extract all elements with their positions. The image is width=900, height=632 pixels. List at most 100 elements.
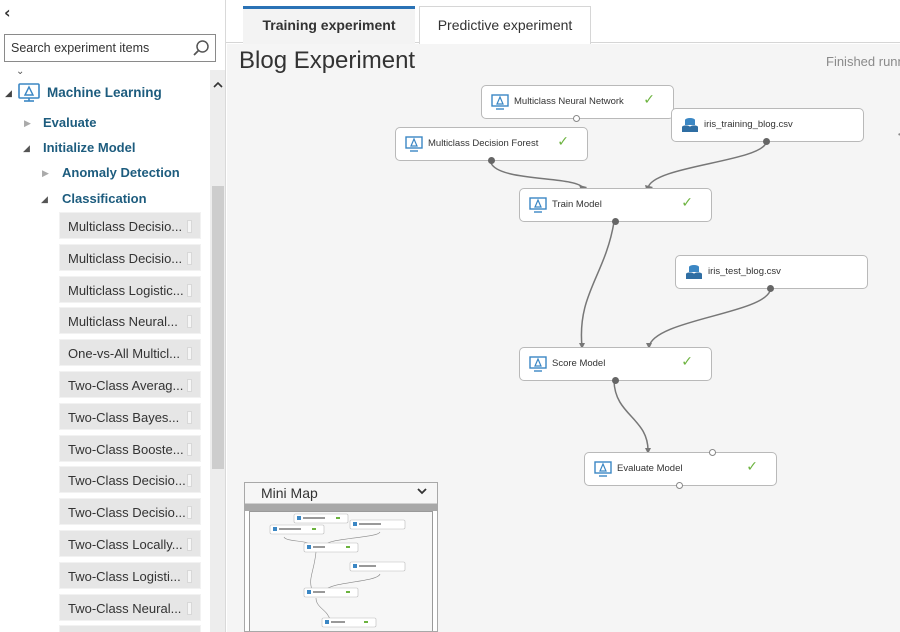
success-check-icon: ✓ xyxy=(681,195,693,211)
mini-map-preview xyxy=(269,513,406,628)
collapsed-arrow-icon[interactable]: ▶ xyxy=(42,162,49,184)
tree-label: Machine Learning xyxy=(47,85,162,100)
node-score-model[interactable]: Score Model ✓ xyxy=(519,347,712,384)
drag-handle-icon[interactable] xyxy=(187,602,192,615)
module-item-label: Two-Class Neural... xyxy=(68,601,182,616)
module-item[interactable]: One-vs-All Multicl... xyxy=(59,339,201,366)
expanded-arrow-icon[interactable]: ◢ xyxy=(41,188,48,210)
drag-handle-icon[interactable] xyxy=(187,220,192,233)
search-input[interactable] xyxy=(5,35,189,61)
collapse-panel-button[interactable]: ‹ xyxy=(4,3,11,22)
module-item[interactable]: Two-Class Logisti... xyxy=(59,562,201,589)
drag-handle-icon[interactable] xyxy=(187,347,192,360)
module-item-label: Two-Class Booste... xyxy=(68,442,184,457)
success-check-icon: ✓ xyxy=(746,459,758,475)
search-icon[interactable] xyxy=(192,39,210,57)
node-iris-test-dataset[interactable]: iris_test_blog.csv xyxy=(675,255,868,292)
module-icon xyxy=(529,197,547,213)
module-palette: ‹ ⌄ ◢ Machine Learning ▶ Evaluate ◢ Init… xyxy=(0,0,226,632)
expanded-arrow-icon[interactable]: ◢ xyxy=(23,137,30,159)
tree-label: Initialize Model xyxy=(43,140,136,155)
module-icon xyxy=(529,356,547,372)
node-label: Multiclass Neural Network xyxy=(514,96,624,107)
drag-handle-icon[interactable] xyxy=(187,474,192,487)
module-item[interactable]: Multiclass Logistic... xyxy=(59,276,201,303)
output-port[interactable] xyxy=(488,157,495,164)
tab-training-experiment[interactable]: Training experiment xyxy=(243,6,415,44)
module-item-label: Two-Class Decisio... xyxy=(68,505,186,520)
module-item[interactable]: Two-Class Locally... xyxy=(59,530,201,557)
tree-label: Classification xyxy=(62,191,147,206)
output-port[interactable] xyxy=(676,482,683,489)
module-item[interactable]: Multiclass Decisio... xyxy=(59,212,201,239)
node-label: iris_test_blog.csv xyxy=(708,266,781,277)
output-port[interactable] xyxy=(573,115,580,122)
module-item[interactable]: Two-Class Decisio... xyxy=(59,498,201,525)
mini-map-title: Mini Map xyxy=(261,485,318,501)
connection-test-to-score xyxy=(648,290,771,348)
module-item[interactable]: Two-Class Bayes... xyxy=(59,403,201,430)
drag-handle-icon[interactable] xyxy=(187,443,192,456)
drag-handle-icon[interactable] xyxy=(187,411,192,424)
module-item-label: Two-Class Logisti... xyxy=(68,569,181,584)
experiment-tabs: Training experiment Predictive experimen… xyxy=(226,0,900,44)
search-box xyxy=(4,34,216,62)
node-multiclass-decision-forest[interactable]: Multiclass Decision Forest ✓ xyxy=(395,127,588,164)
node-multiclass-neural-network[interactable]: Multiclass Neural Network ✓ xyxy=(481,85,674,122)
module-item[interactable]: Two-Class Booste... xyxy=(59,435,201,462)
tab-predictive-experiment[interactable]: Predictive experiment xyxy=(419,6,591,44)
node-iris-training-dataset[interactable]: iris_training_blog.csv xyxy=(671,108,864,145)
node-label: iris_training_blog.csv xyxy=(704,119,793,130)
tree-label: Evaluate xyxy=(43,115,97,130)
expanded-arrow-icon[interactable]: ◢ xyxy=(5,82,12,104)
module-item-label: Two-Class Decisio... xyxy=(68,473,186,488)
output-port[interactable] xyxy=(767,285,774,292)
drag-handle-icon[interactable] xyxy=(187,506,192,519)
drag-handle-icon[interactable] xyxy=(187,570,192,583)
module-item-label: Two-Class Bayes... xyxy=(68,410,180,425)
module-item-label: Multiclass Decisio... xyxy=(68,219,183,234)
node-label: Train Model xyxy=(552,199,602,210)
drag-handle-icon[interactable] xyxy=(187,379,192,392)
connection-training-data-to-train xyxy=(647,142,767,189)
module-item-label: Multiclass Logistic... xyxy=(68,283,184,298)
drag-handle-icon[interactable] xyxy=(187,315,192,328)
module-item[interactable]: Two-Class Decisio... xyxy=(59,466,201,493)
connection-forest-to-train xyxy=(490,162,584,189)
module-item-label: Multiclass Decisio... xyxy=(68,251,183,266)
module-item[interactable]: Two-Class Neural... xyxy=(59,594,201,621)
module-item[interactable]: Multiclass Decisio... xyxy=(59,244,201,271)
scrollbar-thumb[interactable] xyxy=(212,186,224,469)
module-item[interactable]: Multiclass Neural... xyxy=(59,307,201,334)
mini-map[interactable]: Mini Map xyxy=(244,482,438,632)
input-port[interactable] xyxy=(709,449,716,456)
module-category-icon xyxy=(18,83,40,102)
module-icon xyxy=(594,461,612,477)
success-check-icon: ✓ xyxy=(557,134,569,150)
module-item[interactable] xyxy=(59,625,201,632)
module-item-label: One-vs-All Multicl... xyxy=(68,346,180,361)
module-item-label: Multiclass Neural... xyxy=(68,314,178,329)
node-train-model[interactable]: Train Model ✓ xyxy=(519,188,712,225)
drag-handle-icon[interactable] xyxy=(187,284,192,297)
node-label: Multiclass Decision Forest xyxy=(428,138,539,149)
chevron-down-icon[interactable] xyxy=(416,485,428,497)
node-evaluate-model[interactable]: Evaluate Model ✓ xyxy=(584,449,777,489)
mini-map-header[interactable]: Mini Map xyxy=(245,483,437,504)
module-item[interactable]: Two-Class Averag... xyxy=(59,371,201,398)
module-icon xyxy=(405,136,423,152)
connection-score-to-evaluate xyxy=(613,380,649,453)
output-port[interactable] xyxy=(612,377,619,384)
drag-handle-icon[interactable] xyxy=(187,538,192,551)
success-check-icon: ✓ xyxy=(681,354,693,370)
collapsed-arrow-icon[interactable]: ▶ xyxy=(24,112,31,134)
scroll-up-icon[interactable] xyxy=(211,78,225,92)
tree-scroll-stub: ⌄ xyxy=(16,66,25,77)
node-label: Evaluate Model xyxy=(617,463,683,474)
drag-handle-icon[interactable] xyxy=(187,252,192,265)
output-port[interactable] xyxy=(763,138,770,145)
connection-train-to-score xyxy=(580,221,615,348)
mini-map-viewport[interactable] xyxy=(249,511,433,631)
output-port[interactable] xyxy=(612,218,619,225)
tree-scrollbar[interactable] xyxy=(210,70,225,632)
